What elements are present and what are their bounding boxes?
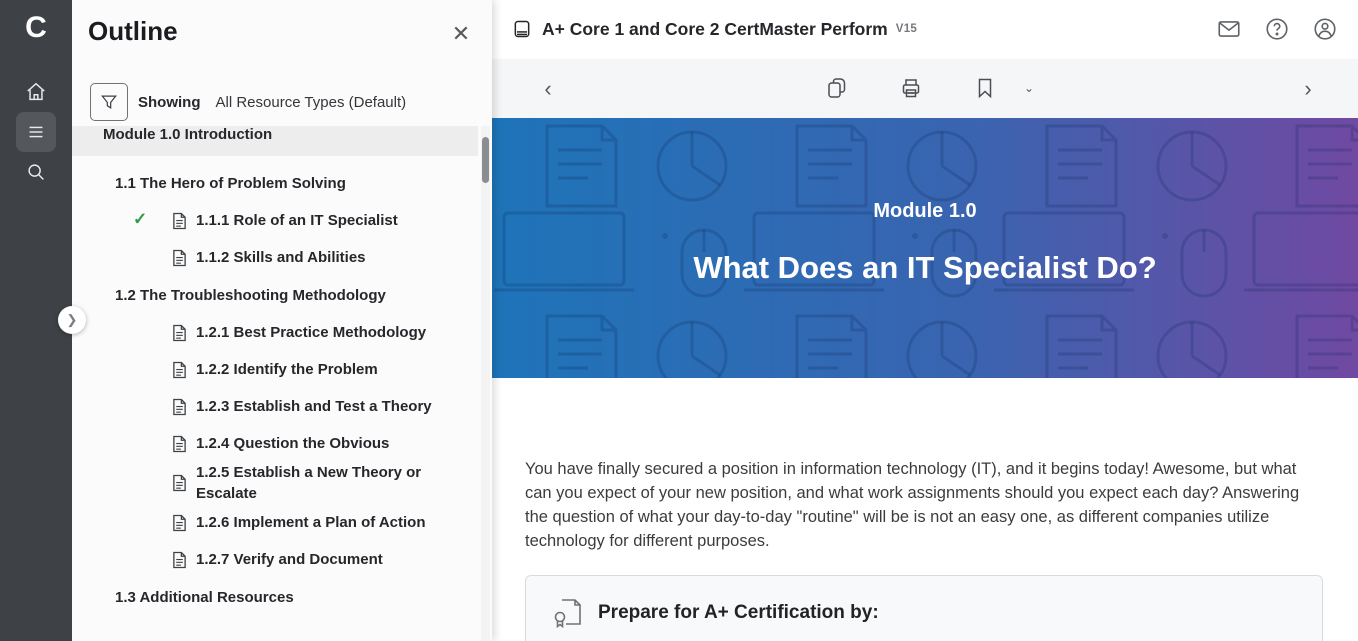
panel-expand-toggle[interactable]: ❯ — [58, 306, 86, 334]
main-content: A+ Core 1 and Core 2 CertMaster Perform … — [492, 0, 1358, 641]
outline-item-label: 1.2.4 Question the Obvious — [196, 433, 389, 454]
outline-list: Module 1.0 Introduction 1.1 The Hero of P… — [72, 126, 478, 641]
chevron-left-icon: ‹ — [544, 76, 551, 102]
outline-item-label: 1.2.7 Verify and Document — [196, 549, 383, 570]
outline-panel-title: Outline — [88, 16, 178, 47]
search-button[interactable] — [16, 152, 56, 192]
outline-item[interactable]: Module 1.0 Introduction — [72, 126, 478, 156]
outline-item[interactable]: 1.2.3 Establish and Test a Theory — [72, 388, 478, 425]
copy-button[interactable] — [822, 73, 852, 103]
callout-header: Prepare for A+ Certification by: — [552, 596, 1296, 630]
outline-item-label: Module 1.0 Introduction — [103, 126, 272, 145]
outline-item-label: 1.2.2 Identify the Problem — [196, 359, 378, 380]
outline-scrollbar-thumb[interactable] — [482, 137, 489, 183]
banner-title: What Does an IT Specialist Do? — [693, 250, 1156, 286]
bookmark-icon — [973, 76, 997, 100]
home-button[interactable] — [16, 72, 56, 112]
document-icon — [172, 324, 187, 342]
document-icon — [172, 514, 187, 532]
outline-item[interactable]: 1.2.2 Identify the Problem — [72, 351, 478, 388]
account-button[interactable] — [1312, 16, 1338, 42]
outline-item[interactable]: 1.2.6 Implement a Plan of Action — [72, 504, 478, 541]
chevron-right-icon: ❯ — [67, 312, 78, 328]
document-icon — [172, 249, 187, 267]
outline-item-label: 1.2.5 Establish a New Theory or Escalate — [196, 462, 454, 504]
certificate-icon — [552, 596, 584, 630]
outline-list-icon — [25, 121, 47, 143]
document-icon — [172, 551, 187, 569]
outline-item[interactable]: ✓ 1.1.1 Role of an IT Specialist — [72, 202, 478, 239]
document-icon — [172, 474, 187, 492]
print-icon — [899, 76, 923, 100]
tech-pattern-background — [492, 118, 1358, 378]
close-icon: ✕ — [452, 21, 470, 46]
certification-callout: Prepare for A+ Certification by: Describ… — [525, 575, 1323, 641]
lesson-body: You have finally secured a position in i… — [492, 378, 1358, 641]
course-version: V15 — [896, 23, 917, 35]
toolbar-center: ⌄ — [822, 73, 1038, 103]
book-icon — [512, 19, 532, 39]
outline-item[interactable]: 1.1.2 Skills and Abilities — [72, 239, 478, 276]
account-icon — [1312, 16, 1338, 42]
messages-button[interactable] — [1216, 16, 1242, 42]
outline-item[interactable]: 1.2.1 Best Practice Methodology — [72, 314, 478, 351]
document-icon — [172, 361, 187, 379]
lesson-toolbar: ‹ ⌄ › — [492, 58, 1358, 118]
bookmark-button[interactable] — [970, 73, 1000, 103]
help-button[interactable] — [1264, 16, 1290, 42]
outline-item[interactable]: 1.3 Additional Resources — [72, 578, 478, 616]
outline-item[interactable]: 1.1 The Hero of Problem Solving — [72, 164, 478, 202]
course-title: A+ Core 1 and Core 2 CertMaster Perform — [542, 19, 888, 40]
outline-item-label: 1.2 The Troubleshooting Methodology — [115, 285, 386, 306]
comptia-logo: C — [0, 8, 72, 48]
copy-icon — [825, 76, 849, 100]
document-icon — [172, 398, 187, 416]
filter-value: All Resource Types (Default) — [216, 94, 407, 111]
outline-item-label: 1.1.1 Role of an IT Specialist — [196, 210, 398, 231]
document-icon — [172, 435, 187, 453]
help-icon — [1264, 16, 1290, 42]
outline-item-label: 1.1 The Hero of Problem Solving — [115, 173, 346, 194]
callout-heading: Prepare for A+ Certification by: — [598, 602, 879, 624]
outline-button[interactable] — [16, 112, 56, 152]
chevron-right-icon: › — [1304, 76, 1311, 102]
previous-page-button[interactable]: ‹ — [532, 73, 564, 105]
course-header: A+ Core 1 and Core 2 CertMaster Perform … — [492, 0, 1358, 58]
outline-item[interactable]: 1.2 The Troubleshooting Methodology — [72, 276, 478, 314]
lesson-paragraph: You have finally secured a position in i… — [525, 457, 1325, 553]
outline-item-label: 1.2.1 Best Practice Methodology — [196, 322, 426, 343]
document-icon — [172, 212, 187, 230]
filter-row: Showing All Resource Types (Default) — [90, 83, 480, 121]
bookmark-menu-button[interactable]: ⌄ — [1020, 79, 1038, 97]
outline-item-label: 1.2.6 Implement a Plan of Action — [196, 512, 426, 533]
next-page-button[interactable]: › — [1292, 73, 1324, 105]
header-actions — [1216, 16, 1338, 42]
outline-item-label: 1.2.3 Establish and Test a Theory — [196, 396, 432, 417]
filter-showing-label: Showing — [138, 94, 201, 111]
outline-item[interactable]: 1.2.7 Verify and Document — [72, 541, 478, 578]
filter-funnel-icon — [99, 92, 119, 112]
outline-item[interactable]: 1.2.5 Establish a New Theory or Escalate — [72, 462, 478, 504]
close-outline-button[interactable]: ✕ — [448, 22, 474, 48]
print-button[interactable] — [896, 73, 926, 103]
outline-panel: Outline ✕ Showing All Resource Types (De… — [72, 0, 492, 641]
banner-module-label: Module 1.0 — [873, 200, 976, 223]
mail-icon — [1216, 16, 1242, 42]
outline-item[interactable]: 1.2.4 Question the Obvious — [72, 425, 478, 462]
module-banner: Module 1.0 What Does an IT Specialist Do… — [492, 118, 1358, 378]
filter-button[interactable] — [90, 83, 128, 121]
completed-check-icon: ✓ — [133, 209, 147, 229]
outline-scrollbar — [481, 126, 490, 641]
search-icon — [25, 161, 47, 183]
home-icon — [25, 81, 47, 103]
outline-item-label: 1.3 Additional Resources — [115, 587, 294, 608]
chevron-down-icon: ⌄ — [1024, 81, 1034, 95]
outline-item-label: 1.1.2 Skills and Abilities — [196, 247, 366, 268]
